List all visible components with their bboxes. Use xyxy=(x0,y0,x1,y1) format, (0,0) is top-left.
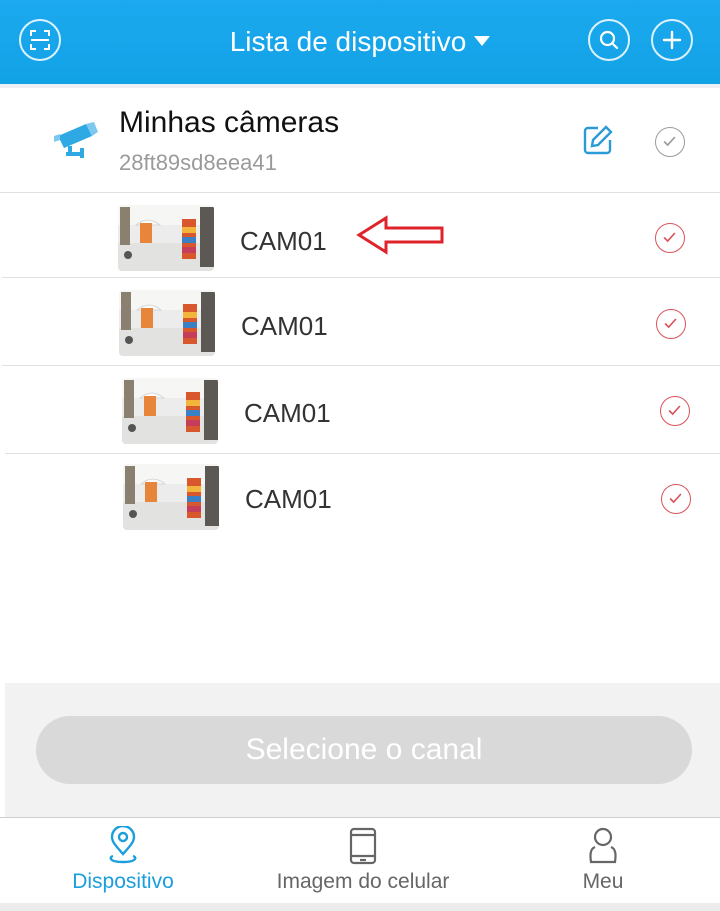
camera-select-check[interactable] xyxy=(660,396,690,426)
search-icon xyxy=(599,30,619,50)
annotation-arrow xyxy=(356,215,444,255)
select-channel-button[interactable]: Selecione o canal xyxy=(36,716,692,784)
check-circle-icon xyxy=(663,136,676,147)
camera-row[interactable]: CAM01 xyxy=(0,278,720,364)
tablet-icon xyxy=(349,827,377,865)
camera-row[interactable]: CAM01 xyxy=(0,454,720,540)
camera-thumbnail xyxy=(119,290,215,356)
check-circle-icon xyxy=(663,232,676,243)
check-circle-icon xyxy=(664,318,677,329)
nav-label: Meu xyxy=(582,870,624,893)
nav-phone-image[interactable]: Imagem do celular xyxy=(243,818,483,904)
caret-down-icon xyxy=(474,35,491,46)
camera-select-check[interactable] xyxy=(655,223,685,253)
device-group-row[interactable]: Minhas câmeras 28ft89sd8eea41 xyxy=(0,88,720,193)
system-bar xyxy=(0,903,720,911)
group-name: Minhas câmeras xyxy=(119,106,340,139)
camera-row[interactable]: CAM01 xyxy=(0,366,720,452)
group-id: 28ft89sd8eea41 xyxy=(119,150,277,175)
bottom-nav: Dispositivo Imagem do celular Meu xyxy=(0,817,720,904)
cctv-camera-icon xyxy=(54,122,98,158)
edit-icon[interactable] xyxy=(582,124,614,156)
group-select-check[interactable] xyxy=(655,127,685,157)
nav-label: Dispositivo xyxy=(72,870,174,893)
camera-thumbnail xyxy=(123,464,219,530)
camera-name: CAM01 xyxy=(245,484,332,514)
plus-icon xyxy=(662,30,682,50)
search-button[interactable] xyxy=(588,19,630,61)
camera-name: CAM01 xyxy=(240,226,327,256)
camera-select-check[interactable] xyxy=(661,484,691,514)
camera-thumbnail xyxy=(122,378,218,444)
camera-select-check[interactable] xyxy=(656,309,686,339)
nav-label: Imagem do celular xyxy=(276,870,450,893)
add-device-button[interactable] xyxy=(651,19,693,61)
check-circle-icon xyxy=(669,493,682,504)
camera-name: CAM01 xyxy=(244,398,331,428)
top-bar: Lista de dispositivo xyxy=(0,0,720,84)
camera-name: CAM01 xyxy=(241,311,328,341)
location-pin-icon xyxy=(109,826,137,864)
nav-me[interactable]: Meu xyxy=(483,818,720,904)
camera-thumbnail xyxy=(118,205,214,271)
page-title: Lista de dispositivo xyxy=(229,26,467,57)
nav-device[interactable]: Dispositivo xyxy=(3,818,243,904)
check-circle-icon xyxy=(668,405,681,416)
person-icon xyxy=(589,827,617,864)
